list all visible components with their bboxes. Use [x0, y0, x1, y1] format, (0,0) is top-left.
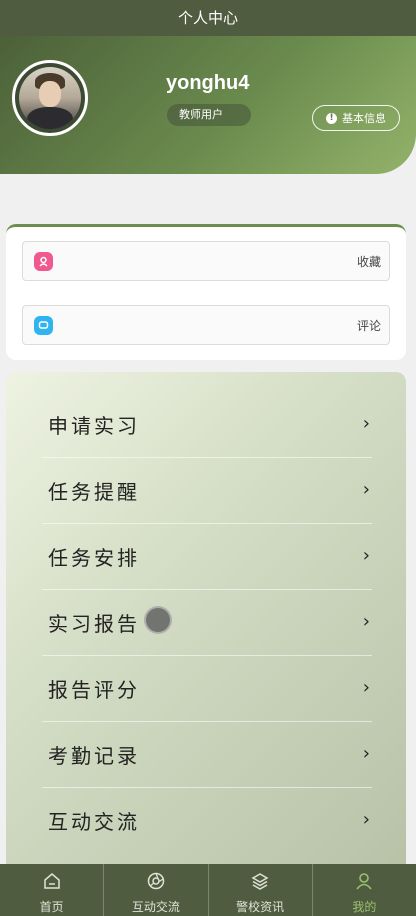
menu-item-report-grading[interactable]: 报告评分 ›	[42, 656, 372, 722]
role-badge: 教师用户	[167, 104, 251, 126]
tab-label: 首页	[39, 900, 64, 914]
tab-home[interactable]: 首页	[0, 864, 105, 916]
tab-mine[interactable]: 我的	[313, 864, 416, 916]
page-header: 个人中心	[0, 0, 416, 36]
chevron-right-icon: ›	[362, 743, 370, 764]
chevron-right-icon: ›	[362, 809, 370, 830]
username: yonghu4	[166, 72, 250, 94]
menu-item-interaction[interactable]: 互动交流 ›	[42, 788, 372, 854]
basic-info-button[interactable]: ! 基本信息	[312, 105, 400, 131]
page-title: 个人中心	[177, 9, 238, 27]
menu-item-task-arrangement[interactable]: 任务安排 ›	[42, 524, 372, 590]
menu-item-internship-report[interactable]: 实习报告 ›	[42, 590, 372, 656]
menu-item-attendance[interactable]: 考勤记录 ›	[42, 722, 372, 788]
menu-item-label: 互动交流	[48, 810, 140, 834]
menu-item-label: 考勤记录	[48, 744, 140, 768]
chevron-right-icon: ›	[362, 545, 370, 566]
feature-menu: 申请实习 › 任务提醒 › 任务安排 › 实习报告 › 报告评分 › 考勤记录 …	[6, 372, 406, 892]
favorites-label: 收藏	[356, 255, 381, 269]
bookmark-icon	[34, 252, 53, 271]
chevron-right-icon: ›	[362, 413, 370, 434]
comments-label: 评论	[356, 319, 381, 333]
user-icon	[353, 870, 375, 892]
tab-interaction[interactable]: 互动交流	[104, 864, 209, 916]
avatar[interactable]	[12, 60, 88, 136]
aperture-icon	[145, 870, 167, 892]
menu-item-label: 任务提醒	[48, 480, 140, 504]
menu-item-task-reminder[interactable]: 任务提醒 ›	[42, 458, 372, 524]
favorites-link[interactable]: 收藏	[22, 241, 390, 281]
chevron-right-icon: ›	[362, 479, 370, 500]
menu-item-apply-internship[interactable]: 申请实习 ›	[42, 392, 372, 458]
tab-label: 互动交流	[131, 900, 180, 914]
chevron-right-icon: ›	[362, 677, 370, 698]
avatar-image	[19, 67, 81, 129]
touch-cursor-indicator	[144, 606, 172, 634]
comment-icon	[34, 316, 53, 335]
basic-info-label: 基本信息	[342, 112, 386, 125]
menu-item-label: 申请实习	[48, 414, 140, 438]
bottom-tab-bar: 首页 互动交流 警校资讯 我的	[0, 864, 416, 916]
tab-label: 警校资讯	[236, 900, 285, 914]
home-icon	[41, 870, 63, 892]
chevron-right-icon: ›	[362, 611, 370, 632]
menu-item-label: 报告评分	[48, 678, 140, 702]
menu-item-label: 任务安排	[48, 546, 140, 570]
menu-item-label: 实习报告	[48, 612, 140, 636]
info-icon: !	[326, 112, 337, 124]
comments-link[interactable]: 评论	[22, 305, 390, 345]
tab-news[interactable]: 警校资讯	[209, 864, 313, 916]
quick-links-card: 收藏 评论	[6, 224, 406, 360]
layers-icon	[249, 870, 271, 892]
tab-label: 我的	[352, 900, 377, 914]
